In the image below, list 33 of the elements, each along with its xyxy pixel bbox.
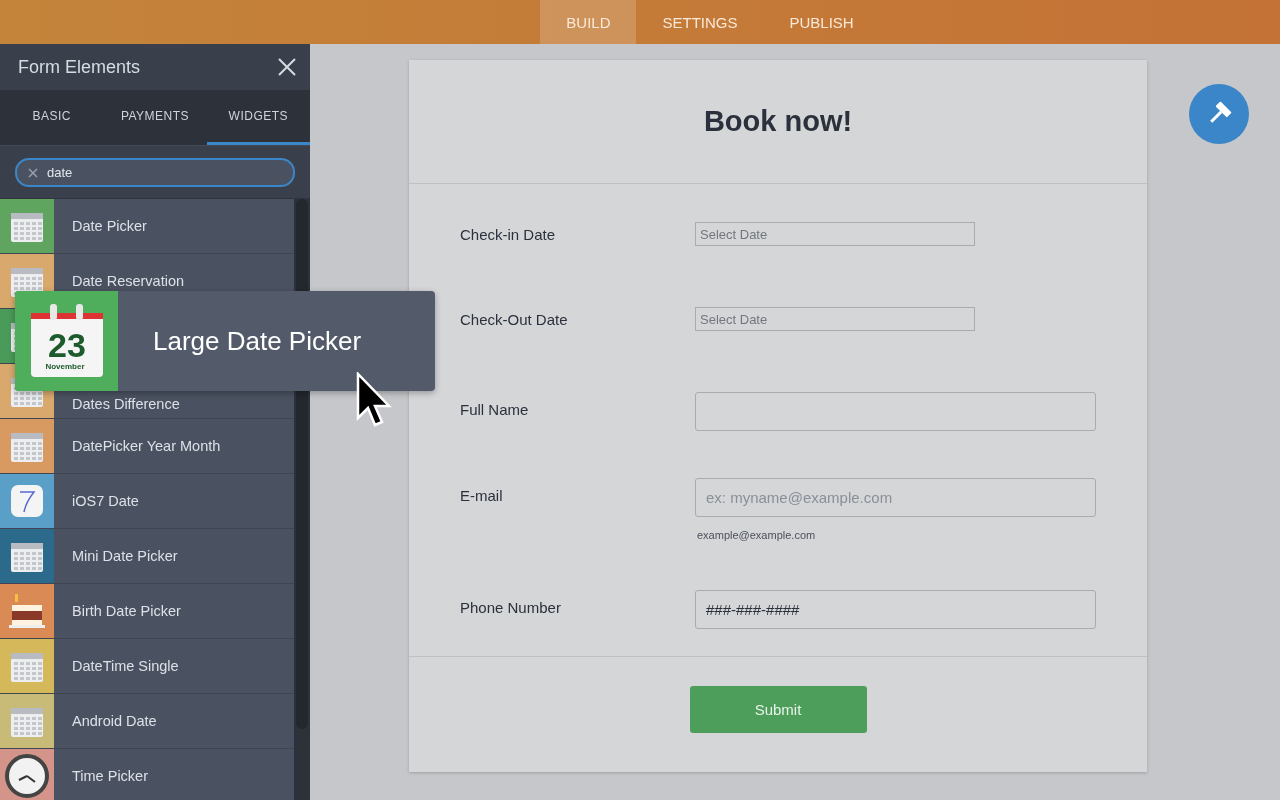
close-icon (278, 58, 296, 76)
field-label: E-mail (460, 486, 504, 506)
theme-button[interactable] (1189, 84, 1249, 144)
field-label: Full Name (460, 400, 530, 420)
widget-item[interactable]: Birth Date Picker (0, 584, 294, 639)
date-field[interactable]: Select Date (695, 222, 975, 246)
clock-icon (5, 754, 49, 798)
widget-item[interactable]: Time Picker (0, 749, 294, 800)
seven-tile-icon (10, 484, 44, 518)
panel-title: Form Elements (18, 56, 141, 78)
widget-item[interactable]: Date Picker (0, 199, 294, 254)
widget-item[interactable]: iOS7 Date (0, 474, 294, 529)
field-label: Phone Number (460, 598, 562, 618)
field-hint: example@example.com (696, 529, 817, 541)
form-title: Book now! (703, 105, 853, 138)
panel-tab[interactable]: BASIC (0, 90, 104, 145)
field-label: Check-in Date (460, 225, 557, 245)
cake-icon (7, 591, 47, 631)
widget-item[interactable]: Android Date (0, 694, 294, 749)
panel-tab[interactable]: PAYMENTS (103, 90, 207, 145)
widget-item[interactable]: DatePicker Year Month (0, 419, 294, 474)
pointer-icon (356, 372, 392, 428)
field-label: Check-Out Date (460, 310, 569, 330)
input-field[interactable]: ex: myname@example.com (695, 478, 1096, 517)
date-field[interactable]: Select Date (695, 307, 975, 331)
close-button[interactable] (278, 58, 296, 76)
dragged-widget-tooltip[interactable]: 23 November Large Date Picker (15, 291, 435, 391)
widget-item[interactable]: DateTime Single (0, 639, 294, 694)
input-field[interactable]: ###-###-#### (695, 590, 1096, 629)
search-field[interactable]: date (15, 157, 295, 187)
input-field[interactable] (695, 392, 1096, 431)
widget-item[interactable]: Mini Date Picker (0, 529, 294, 584)
clear-icon[interactable] (28, 167, 38, 178)
